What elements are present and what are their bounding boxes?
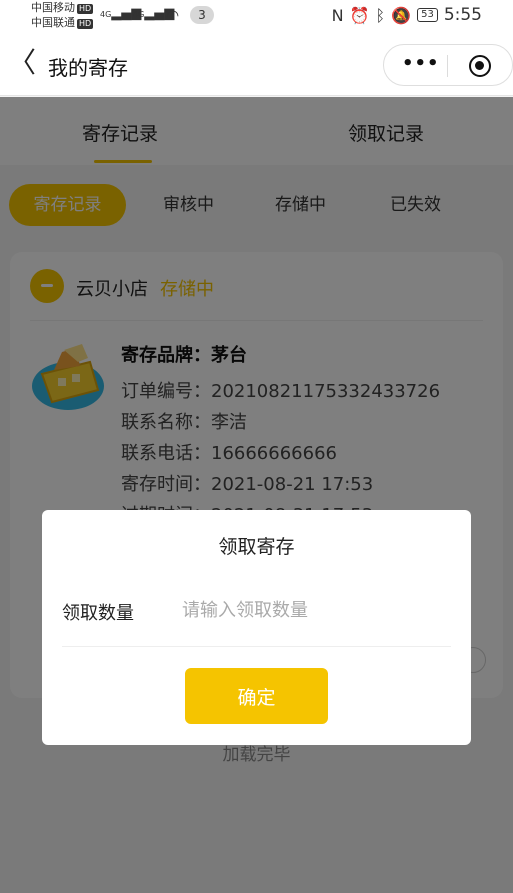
wifi-icon: ◠ [166,6,180,24]
pickup-dialog: 领取寄存 领取数量 确定 [42,510,471,745]
mute-icon: 🔕 [391,5,412,25]
clock: 5:55 [443,5,482,25]
modal-overlay[interactable] [0,97,513,893]
nfc-icon: N [331,5,344,25]
dialog-title: 领取寄存 [218,536,295,558]
status-right: N ⏰ ᛒ 🔕 53 5:55 [332,5,482,25]
battery-icon: 53 [417,8,438,22]
carrier-1: 中国移动 HD [31,1,94,14]
hd-badge: HD [77,4,94,14]
more-icon[interactable]: ••• [402,53,440,74]
quantity-label: 领取数量 [62,603,134,624]
carrier-2: 中国联通 HD [31,16,94,29]
quantity-input[interactable] [182,592,442,628]
carrier-2-label: 中国联通 [31,16,75,29]
close-target-icon[interactable] [469,55,491,77]
hd-badge: HD [77,19,94,29]
page-title: 我的寄存 [48,56,128,80]
network-2-label: 4G [133,10,145,19]
confirm-button[interactable]: 确定 [185,668,328,724]
alarm-icon: ⏰ [349,5,370,25]
carrier-1-label: 中国移动 [31,1,75,14]
notification-count-badge: 3 [190,6,214,24]
bluetooth-icon: ᛒ [375,5,386,25]
back-icon[interactable]: 〈 [8,48,36,78]
mini-program-capsule: ••• [383,44,513,86]
status-bar: 中国移动 HD 中国联通 HD 4G▂▄▆ 4G▂▄▆ ◠ 3 N ⏰ ᛒ 🔕 53… [0,0,513,34]
nav-bar: 〈 我的寄存 ••• [0,34,513,96]
capsule-divider [447,55,448,77]
network-1-label: 4G [100,10,112,19]
dialog-divider [62,646,451,647]
